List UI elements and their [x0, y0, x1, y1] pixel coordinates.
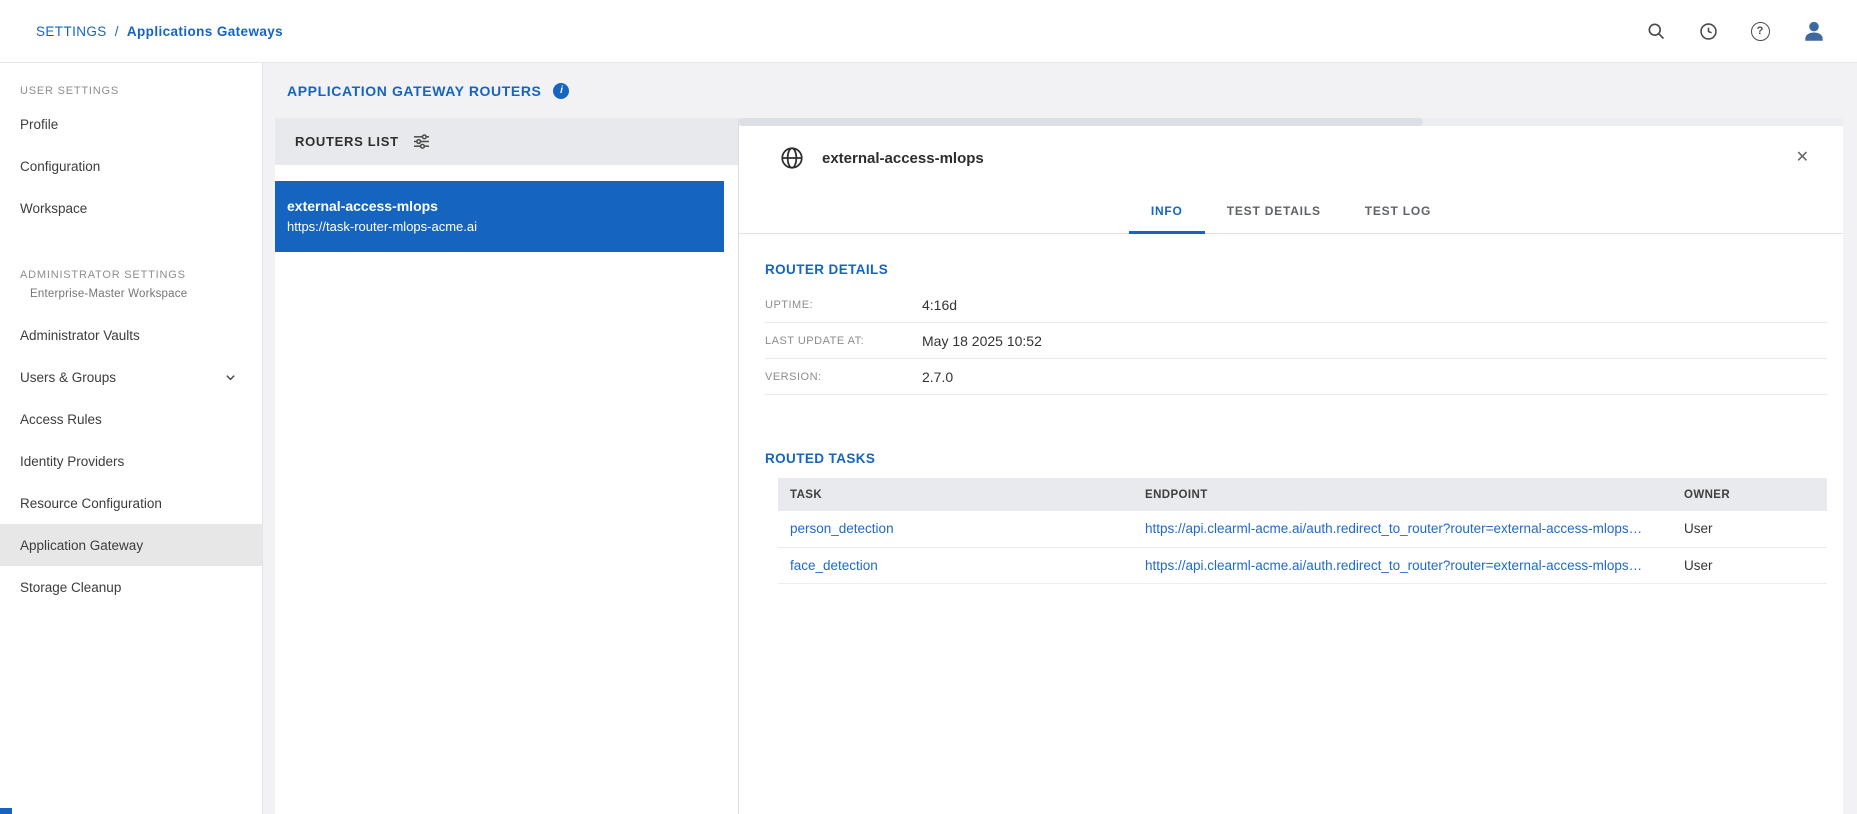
- gateway-panels: ROUTERS LIST external-access-mlops: [275, 118, 1843, 814]
- detail-row-last-update: LAST UPDATE AT: May 18 2025 10:52: [765, 323, 1827, 359]
- horizontal-scrollbar[interactable]: [739, 118, 1843, 126]
- admin-workspace-label: Enterprise-Master Workspace: [20, 288, 238, 300]
- content: USER SETTINGS Profile Configuration Work…: [0, 63, 1857, 814]
- sidebar-item-label: Identity Providers: [20, 454, 124, 469]
- search-icon[interactable]: [1645, 20, 1667, 42]
- breadcrumb: SETTINGS / Applications Gateways: [36, 24, 283, 39]
- detail-tabs: INFO TEST DETAILS TEST LOG: [739, 190, 1843, 234]
- globe-icon: [779, 145, 805, 171]
- admin-settings-section-label: ADMINISTRATOR SETTINGS Enterprise-Master…: [0, 263, 262, 304]
- sidebar-item-label: Resource Configuration: [20, 496, 162, 511]
- detail-row-version: VERSION: 2.7.0: [765, 359, 1827, 395]
- main-area: APPLICATION GATEWAY ROUTERS i ROUTERS LI…: [263, 63, 1857, 814]
- horizontal-scrollbar-thumb[interactable]: [739, 118, 1423, 126]
- tab-test-log[interactable]: TEST LOG: [1343, 190, 1453, 234]
- sidebar-item-configuration[interactable]: Configuration: [0, 145, 262, 187]
- user-settings-section-label: USER SETTINGS: [0, 79, 262, 103]
- sidebar-item-label: Configuration: [20, 159, 100, 174]
- detail-content: ROUTER DETAILS UPTIME: 4:16d LAST UPDATE…: [739, 234, 1843, 814]
- breadcrumb-separator: /: [115, 24, 119, 39]
- sidebar-item-label: Application Gateway: [20, 538, 143, 553]
- endpoint-link[interactable]: https://api.clearml-acme.ai/auth.redirec…: [1145, 521, 1642, 536]
- owner-cell: User: [1672, 511, 1827, 547]
- admin-settings-title: ADMINISTRATOR SETTINGS: [20, 269, 238, 281]
- help-icon[interactable]: ?: [1749, 20, 1771, 42]
- breadcrumb-settings[interactable]: SETTINGS: [36, 24, 107, 39]
- chevron-down-icon: [223, 370, 238, 385]
- router-list-item[interactable]: external-access-mlops https://task-route…: [275, 181, 724, 252]
- tab-info[interactable]: INFO: [1129, 190, 1205, 234]
- column-header-endpoint: ENDPOINT: [1133, 478, 1672, 511]
- sidebar-item-label: Storage Cleanup: [20, 580, 121, 595]
- filter-icon[interactable]: [413, 134, 430, 149]
- sidebar-item-users-groups[interactable]: Users & Groups: [0, 356, 262, 398]
- routers-list-title: ROUTERS LIST: [295, 134, 399, 149]
- routers-list-panel: ROUTERS LIST external-access-mlops: [275, 118, 739, 814]
- sidebar-item-access-rules[interactable]: Access Rules: [0, 398, 262, 440]
- detail-header: external-access-mlops ✕: [739, 126, 1843, 190]
- main-title-row: APPLICATION GATEWAY ROUTERS i: [263, 63, 1857, 118]
- help-glyph: ?: [1751, 22, 1770, 41]
- topbar-icons: ?: [1645, 18, 1827, 44]
- sidebar-item-resource-configuration[interactable]: Resource Configuration: [0, 482, 262, 524]
- routers-list-header: ROUTERS LIST: [275, 118, 738, 165]
- sidebar-item-label: Profile: [20, 117, 58, 132]
- user-avatar[interactable]: [1801, 18, 1827, 44]
- router-name: external-access-mlops: [287, 196, 708, 216]
- sidebar-item-profile[interactable]: Profile: [0, 103, 262, 145]
- routed-tasks-table: TASK ENDPOINT OWNER person_detection htt…: [778, 478, 1827, 584]
- sidebar-item-label: Workspace: [20, 201, 87, 216]
- routers-list-body: external-access-mlops https://task-route…: [275, 165, 738, 814]
- sidebar-item-identity-providers[interactable]: Identity Providers: [0, 440, 262, 482]
- settings-sidebar: USER SETTINGS Profile Configuration Work…: [0, 63, 263, 814]
- column-header-owner: OWNER: [1672, 478, 1827, 511]
- page-bottom-accent: [0, 808, 12, 814]
- sidebar-item-label: Access Rules: [20, 412, 102, 427]
- task-link[interactable]: face_detection: [790, 558, 878, 573]
- sidebar-item-application-gateway[interactable]: Application Gateway: [0, 524, 262, 566]
- sidebar-item-label: Administrator Vaults: [20, 328, 140, 343]
- column-header-task: TASK: [778, 478, 1133, 511]
- breadcrumb-current: Applications Gateways: [127, 24, 283, 39]
- sidebar-item-administrator-vaults[interactable]: Administrator Vaults: [0, 314, 262, 356]
- user-settings-nav: Profile Configuration Workspace: [0, 103, 262, 229]
- info-icon[interactable]: i: [553, 83, 569, 99]
- detail-row-label: LAST UPDATE AT:: [765, 335, 922, 347]
- updates-icon[interactable]: [1697, 20, 1719, 42]
- page-title: APPLICATION GATEWAY ROUTERS: [287, 83, 541, 99]
- page: SETTINGS / Applications Gateways ? USER …: [0, 0, 1857, 814]
- router-url: https://task-router-mlops-acme.ai: [287, 217, 708, 237]
- detail-row-label: UPTIME:: [765, 299, 922, 311]
- detail-row-value: May 18 2025 10:52: [922, 333, 1042, 349]
- detail-row-value: 2.7.0: [922, 369, 953, 385]
- owner-cell: User: [1672, 547, 1827, 583]
- sidebar-item-label: Users & Groups: [20, 370, 116, 385]
- tab-test-details[interactable]: TEST DETAILS: [1205, 190, 1343, 234]
- close-icon[interactable]: ✕: [1796, 150, 1809, 166]
- top-header: SETTINGS / Applications Gateways ?: [0, 0, 1857, 63]
- admin-settings-nav: Administrator Vaults Users & Groups Acce…: [0, 314, 262, 608]
- endpoint-link[interactable]: https://api.clearml-acme.ai/auth.redirec…: [1145, 558, 1642, 573]
- router-details-heading: ROUTER DETAILS: [765, 262, 1827, 277]
- sidebar-item-storage-cleanup[interactable]: Storage Cleanup: [0, 566, 262, 608]
- routed-tasks-heading: ROUTED TASKS: [765, 451, 1827, 466]
- router-detail-panel: external-access-mlops ✕ INFO TEST DETAIL…: [739, 118, 1843, 814]
- detail-row-value: 4:16d: [922, 297, 957, 313]
- table-row: face_detection https://api.clearml-acme.…: [778, 547, 1827, 583]
- table-row: person_detection https://api.clearml-acm…: [778, 511, 1827, 547]
- table-header-row: TASK ENDPOINT OWNER: [778, 478, 1827, 511]
- task-link[interactable]: person_detection: [790, 521, 894, 536]
- sidebar-item-workspace[interactable]: Workspace: [0, 187, 262, 229]
- detail-title: external-access-mlops: [822, 150, 984, 167]
- detail-row-label: VERSION:: [765, 371, 922, 383]
- detail-row-uptime: UPTIME: 4:16d: [765, 287, 1827, 323]
